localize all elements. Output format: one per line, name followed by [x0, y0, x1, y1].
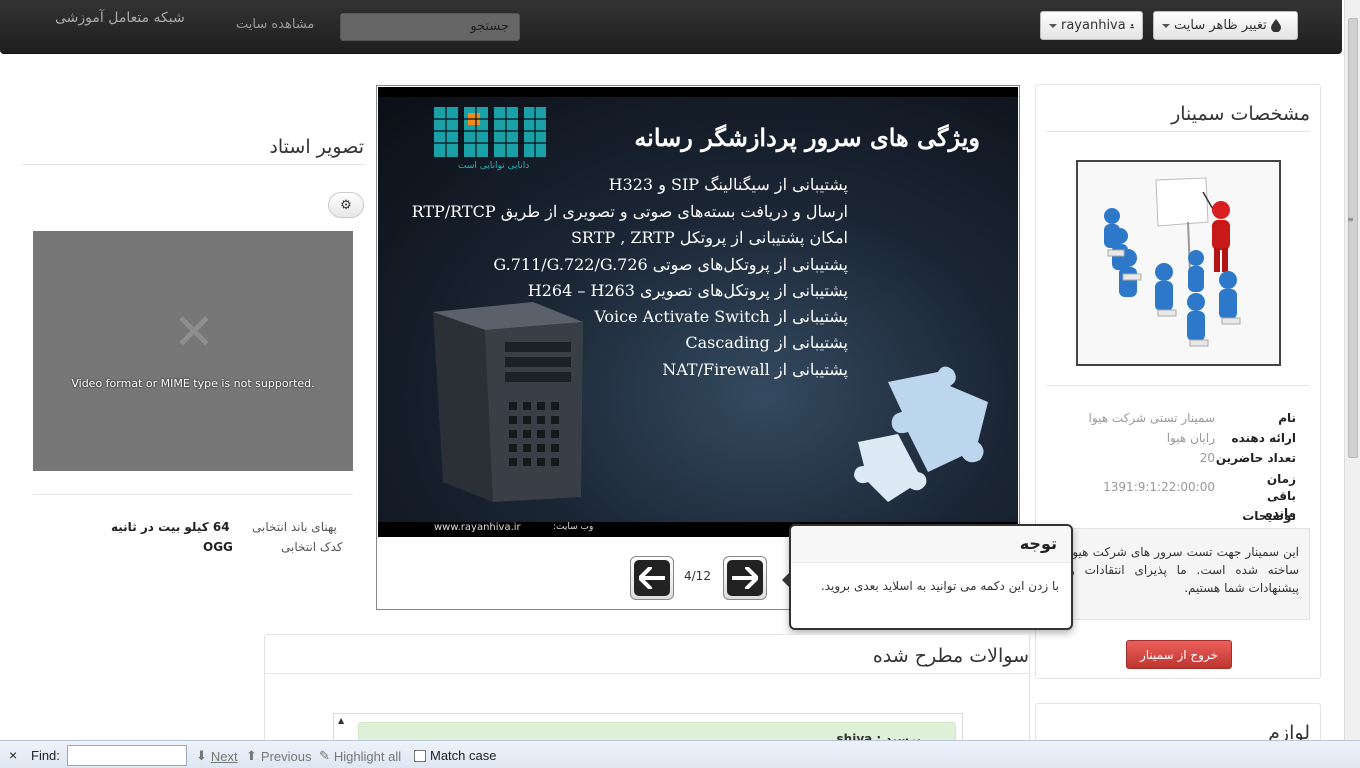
divider	[33, 494, 353, 495]
logo-caption: دانایی توانایی است	[458, 161, 530, 171]
questions-title: سوالات مطرح شده	[872, 645, 1029, 667]
info-value: 20	[1199, 451, 1215, 465]
info-label: تعداد حاضرین	[1215, 451, 1296, 465]
teacher-video-title: تصویر استاد	[269, 136, 364, 158]
close-find-bar-button[interactable]: ×	[9, 747, 17, 763]
find-input[interactable]	[67, 745, 187, 766]
drop-icon	[1270, 19, 1281, 32]
slide-bullet: پشتیبانی از NAT/Firewall	[662, 360, 848, 379]
divider	[1046, 385, 1310, 386]
page-scrollbar[interactable]: ≡	[1344, 0, 1360, 740]
slide-title: ویژگی های سرور پردازشگر رسانه	[634, 123, 980, 152]
slide: دانایی توانایی است ویژگی های سرور پردازش…	[378, 87, 1018, 537]
bandwidth-label: پهنای باند انتخابی	[252, 520, 337, 534]
popover-title: توجه	[791, 526, 1071, 563]
slide-bullet: پشتیبانی از Voice Activate Switch	[594, 307, 848, 326]
find-bar: × Find: ⬇ Next ⬆ Previous ✎ Highlight al…	[0, 740, 1360, 768]
user-menu-button[interactable]: rayanhiva	[1040, 11, 1143, 40]
arrow-left-icon	[639, 567, 665, 589]
slide-bullet: پشتیبانی از پروتکل‌های صوتی G.711/G.722/…	[493, 255, 848, 274]
puzzle-image	[854, 366, 988, 502]
video-error-icon: ✕	[173, 303, 215, 361]
footer-label: وب سایت:	[553, 522, 594, 532]
codec-value: OGG	[203, 540, 233, 554]
video-settings-button[interactable]: ⚙	[328, 192, 364, 218]
find-previous-label: Previous	[260, 748, 312, 764]
arrow-up-icon: ⬆	[246, 748, 257, 763]
next-slide-tooltip: توجه با زدن این دکمه می توانید به اسلاید…	[782, 524, 1073, 630]
highlight-all-button[interactable]: ✎ Highlight all	[319, 748, 401, 764]
find-next-button[interactable]: ⬇ Next	[196, 748, 238, 764]
slide-bullet: پشتیبانی از پروتکل‌های تصویری H264 – H26…	[527, 281, 848, 300]
seminar-image	[1076, 160, 1281, 366]
next-slide-button[interactable]	[723, 556, 767, 600]
info-label: نام	[1278, 411, 1296, 425]
match-case-label: Match case	[430, 748, 497, 763]
brand[interactable]: شبکه متعامل آموزشی	[55, 10, 185, 26]
teacher-video-player[interactable]: ✕ Video format or MIME type is not suppo…	[33, 231, 353, 471]
scroll-up-icon[interactable]: ▲	[338, 716, 344, 725]
info-value: 1391:9:1:22:00:00	[1103, 480, 1215, 494]
panel-title: مشخصات سمینار	[1171, 103, 1310, 125]
slide-bullet: امکان پشتیبانی از پروتکل SRTP , ZRTP	[570, 228, 848, 247]
info-value: رایان هیوا	[1166, 431, 1215, 445]
search-input[interactable]: جستجو	[340, 13, 520, 41]
arrow-right-icon	[732, 567, 758, 589]
find-previous-button[interactable]: ⬆ Previous	[246, 748, 311, 764]
info-value: سمینار تستی شرکت هیوا	[1088, 411, 1215, 425]
bandwidth-value: 64 کیلو بیت در ثانیه	[111, 520, 230, 534]
theme-switch-label: تغییر ظاهر سایت	[1174, 18, 1267, 33]
match-case-checkbox[interactable]: Match case	[414, 748, 496, 763]
slide-bullet: پشتیبانی از سیگنالینگ SIP و H323	[608, 175, 848, 194]
info-label: ارائه دهنده	[1231, 431, 1297, 445]
video-error-message: Video format or MIME type is not support…	[71, 377, 315, 390]
previous-slide-button[interactable]	[630, 556, 674, 600]
popover-body: با زدن این دکمه می توانید به اسلاید بعدی…	[820, 579, 1059, 593]
gear-icon: ⚙	[340, 197, 352, 213]
divider	[265, 673, 1031, 674]
highlight-all-label: Highlight all	[333, 748, 402, 764]
codec-label: کدک انتخابی	[281, 540, 343, 554]
user-menu-label: rayanhiva	[1061, 18, 1126, 33]
popover-arrow	[782, 572, 790, 588]
slide-bullet: ارسال و دریافت بسته‌های صوتی و تصویری از…	[411, 202, 848, 221]
chevron-down-icon	[1049, 23, 1057, 28]
find-next-label: Next	[210, 748, 238, 764]
slide-bullet: پشتیبانی از Cascading	[685, 333, 848, 352]
info-label: توضیحات	[1242, 509, 1296, 523]
slide-page-indicator: 4/12	[684, 569, 711, 583]
exit-seminar-button[interactable]: خروج از سمینار	[1126, 640, 1232, 669]
description-box: این سمینار جهت تست سرور های شرکت هیوا سا…	[1058, 528, 1310, 620]
divider	[1046, 131, 1310, 132]
arrow-down-icon: ⬇	[196, 748, 207, 763]
checkbox[interactable]	[414, 749, 426, 762]
scrollbar-thumb[interactable]	[1348, 18, 1358, 458]
user-icon	[1129, 23, 1134, 28]
chevron-down-icon	[1162, 23, 1170, 28]
highlighter-icon: ✎	[319, 748, 330, 763]
view-site-link[interactable]: مشاهده سایت	[236, 17, 314, 32]
footer-url: www.rayanhiva.ir	[434, 522, 521, 533]
theme-switch-button[interactable]: تغییر ظاهر سایت	[1153, 11, 1298, 40]
server-image	[433, 302, 583, 502]
find-label: Find:	[31, 748, 60, 763]
divider	[22, 164, 364, 165]
top-navbar: شبکه متعامل آموزشی مشاهده سایت جستجو ray…	[0, 0, 1342, 54]
seminar-info-panel: مشخصات سمینار نام سمینار تستی شرکت هیوا …	[1035, 84, 1321, 679]
scrollbar-grip-icon: ≡	[1347, 215, 1354, 224]
